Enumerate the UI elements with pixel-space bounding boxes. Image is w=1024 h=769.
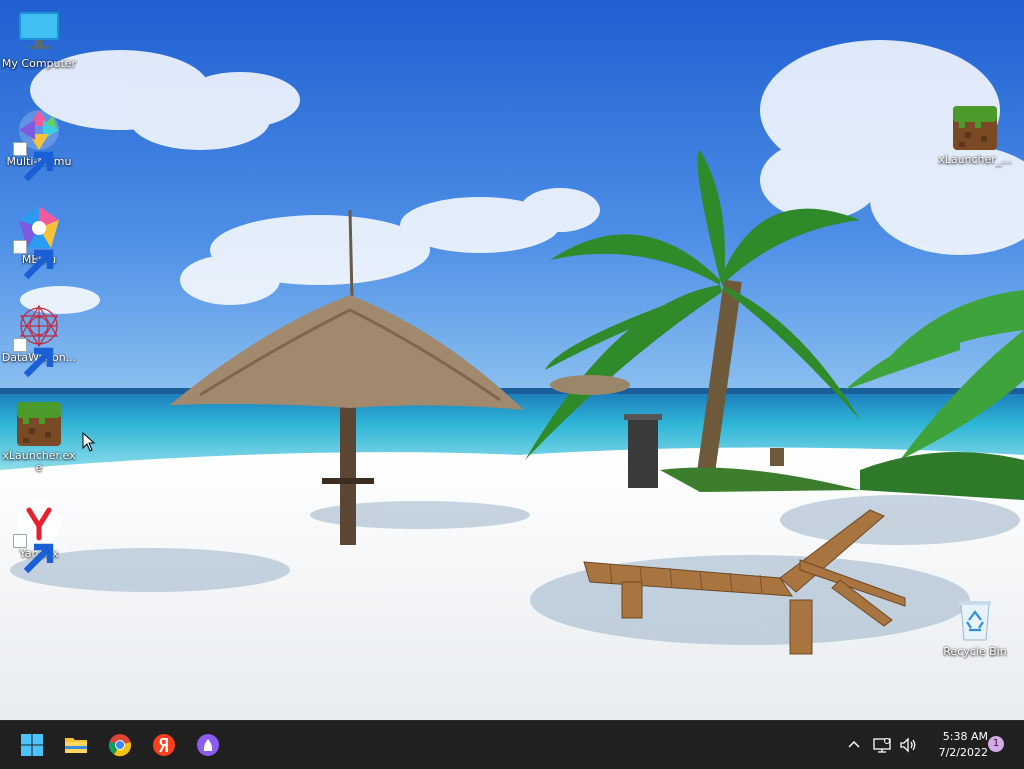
notification-badge[interactable]: 1 (988, 736, 1004, 752)
desktop-icon-recycle-bin[interactable]: Recycle Bin (936, 596, 1014, 658)
network-status-button[interactable] (872, 735, 892, 755)
minecraft-block-icon (15, 400, 63, 448)
desktop-icon-label: xLauncher.exe (2, 449, 76, 474)
alice-assistant-button[interactable] (192, 729, 224, 761)
my-computer-icon (15, 8, 63, 56)
desktop-icon-yandex[interactable]: Yandex (0, 498, 78, 574)
memu-icon (13, 204, 63, 280)
desktop-icon-datawagon[interactable]: DataWagon... (0, 302, 78, 378)
yandex-browser-button[interactable] (148, 729, 180, 761)
shortcut-arrow-icon (13, 338, 54, 378)
shortcut-arrow-icon (13, 142, 54, 182)
chevron-up-icon (848, 740, 860, 748)
file-explorer-icon (65, 738, 87, 753)
show-hidden-icons-button[interactable] (844, 735, 864, 755)
start-button[interactable] (16, 729, 48, 761)
shortcut-arrow-icon (13, 240, 54, 280)
desktop-icon-multi-memu[interactable]: Multi-MEmu (0, 106, 78, 182)
clock-date: 7/2/2022 (938, 746, 988, 759)
file-explorer-button[interactable] (60, 729, 92, 761)
taskbar[interactable]: 5:38 AM 7/2/2022 (0, 720, 1024, 769)
chrome-icon (108, 734, 132, 757)
desktop-icon-memu[interactable]: MEmu (0, 204, 78, 280)
yandex-browser-icon (153, 734, 175, 756)
volume-button[interactable] (898, 735, 918, 755)
chrome-button[interactable] (104, 729, 136, 761)
speaker-icon (900, 737, 916, 753)
desktop-icon-my-computer[interactable]: My Computer (0, 8, 78, 70)
shortcut-arrow-icon (13, 534, 54, 574)
desktop-icon-label: My Computer (1, 57, 77, 70)
beach-wallpaper (0, 0, 1024, 720)
desktop[interactable]: My Computer Multi-MEmu MEmu DataWagon...… (0, 0, 1024, 720)
yandex-icon (13, 498, 63, 574)
clock-button[interactable]: 5:38 AM 7/2/2022 (924, 729, 988, 761)
multi-memu-icon (13, 106, 63, 182)
datawagon-icon (13, 302, 63, 378)
windows-start-icon (21, 734, 43, 756)
desktop-icon-xlauncher-shortcut[interactable]: xLauncher_... (936, 104, 1014, 166)
mouse-cursor-icon (82, 432, 96, 452)
recycle-bin-icon (951, 596, 999, 644)
desktop-icon-label: Recycle Bin (943, 645, 1007, 658)
alice-assistant-icon (197, 734, 219, 756)
desktop-icon-xlauncher-exe[interactable]: xLauncher.exe (0, 400, 78, 474)
minecraft-block-icon (951, 104, 999, 152)
clock-time: 5:38 AM (942, 730, 988, 743)
desktop-icon-label: xLauncher_... (938, 153, 1012, 166)
network-icon (873, 738, 891, 753)
